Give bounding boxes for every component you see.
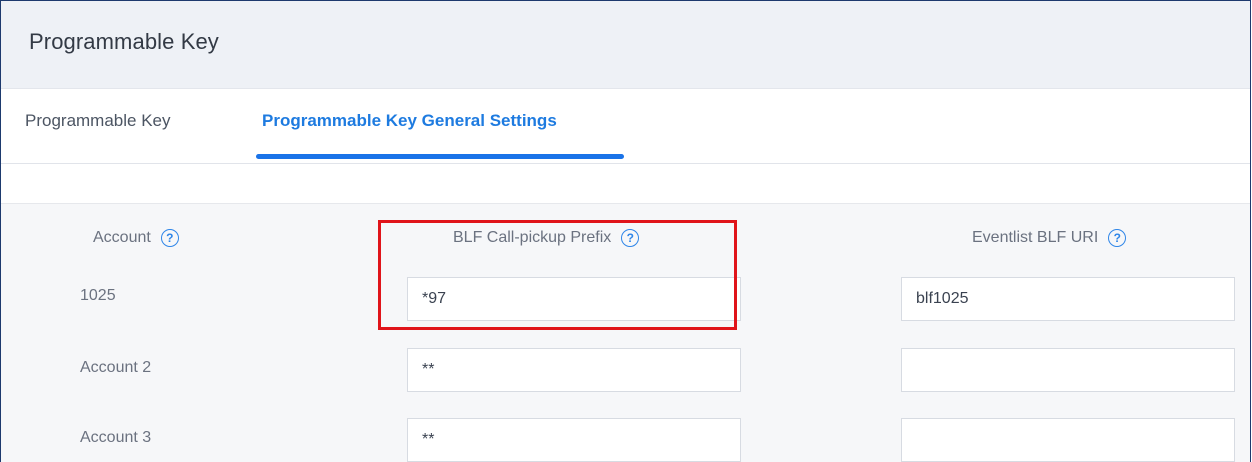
page-title: Programmable Key (29, 29, 219, 54)
tab-bar: Programmable Key Programmable Key Genera… (1, 89, 1250, 164)
column-header-blf-prefix-label: BLF Call-pickup Prefix (453, 229, 612, 246)
column-header-eventlist-label: Eventlist BLF URI (972, 229, 1099, 246)
eventlist-blf-uri-field[interactable]: blf1025 (901, 277, 1235, 321)
help-circle-icon[interactable]: ? (1108, 229, 1127, 247)
help-circle-icon[interactable]: ? (621, 229, 640, 247)
page-header: Programmable Key (1, 1, 1250, 89)
blf-call-pickup-prefix-field[interactable]: ** (407, 418, 741, 462)
row-account-label: Account 2 (80, 359, 152, 376)
tab-programmable-key[interactable]: Programmable Key (25, 111, 171, 131)
blf-call-pickup-prefix-field[interactable]: *97 (407, 277, 741, 321)
column-header-account: Account ? (93, 229, 179, 247)
active-tab-indicator (256, 154, 624, 159)
tab-programmable-key-general-settings[interactable]: Programmable Key General Settings (262, 111, 557, 131)
eventlist-blf-uri-field[interactable] (901, 418, 1235, 462)
row-account-label: Account 3 (80, 429, 152, 446)
blf-call-pickup-prefix-field[interactable]: ** (407, 348, 741, 392)
help-circle-icon[interactable]: ? (160, 229, 179, 247)
app-frame: Programmable Key Programmable Key Progra… (0, 0, 1251, 462)
eventlist-blf-uri-field[interactable] (901, 348, 1235, 392)
row-account-label: 1025 (80, 287, 116, 304)
column-header-account-label: Account (93, 229, 151, 246)
column-header-blf-call-pickup-prefix: BLF Call-pickup Prefix ? (453, 229, 640, 247)
column-header-eventlist-blf-uri: Eventlist BLF URI ? (972, 229, 1127, 247)
section-spacer (1, 164, 1250, 204)
